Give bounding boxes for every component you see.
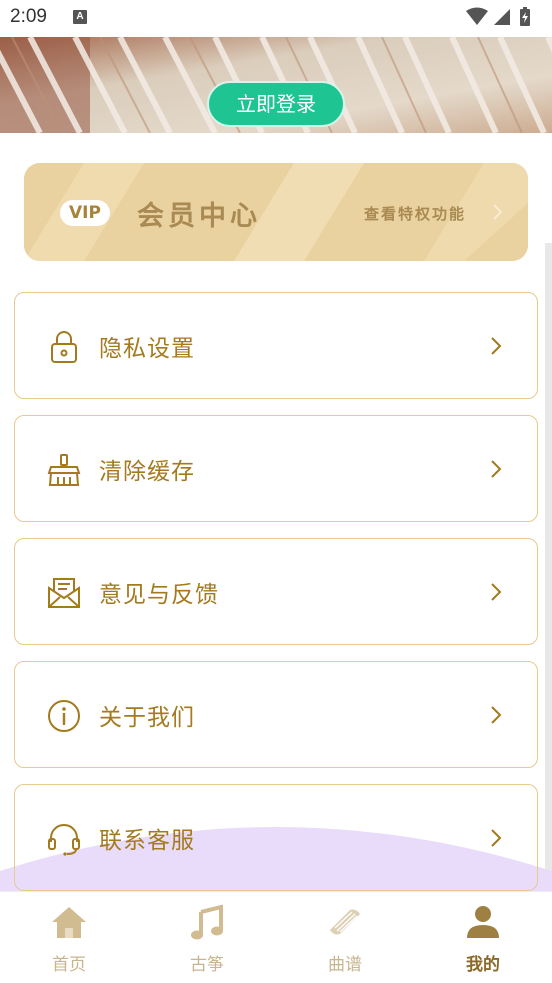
nav-item-mine[interactable]: 我的	[414, 892, 552, 983]
nav-label: 我的	[466, 955, 500, 975]
chevron-right-icon	[491, 829, 502, 847]
chevron-right-icon	[493, 204, 503, 220]
menu-item-label: 联系客服	[99, 828, 195, 854]
mail-icon	[48, 578, 80, 608]
battery-icon	[520, 7, 530, 26]
menu-item-label: 关于我们	[99, 705, 195, 731]
nav-label: 首页	[52, 955, 86, 975]
menu-item-customer-service[interactable]: 联系客服	[14, 784, 538, 891]
signal-icon	[494, 9, 510, 25]
system-status-icons	[466, 7, 530, 26]
home-icon	[52, 907, 86, 938]
wifi-icon	[466, 7, 488, 25]
scrollbar[interactable]	[545, 243, 552, 889]
vip-title: 会员中心	[137, 201, 261, 232]
menu-item-feedback[interactable]: 意见与反馈	[14, 538, 538, 645]
chevron-right-icon	[491, 460, 502, 478]
menu-item-label: 隐私设置	[99, 336, 195, 362]
menu-item-about[interactable]: 关于我们	[14, 661, 538, 768]
nav-item-guzheng[interactable]: 古筝	[138, 892, 276, 983]
guzheng-icon	[330, 909, 360, 935]
status-time: 2:09	[10, 6, 47, 27]
chevron-right-icon	[491, 706, 502, 724]
status-bar: 2:09 A	[0, 0, 552, 37]
nav-label: 曲谱	[328, 955, 362, 975]
chevron-right-icon	[491, 337, 502, 355]
menu-item-clear-cache[interactable]: 清除缓存	[14, 415, 538, 522]
menu-item-label: 意见与反馈	[99, 582, 219, 608]
menu-item-privacy[interactable]: 隐私设置	[14, 292, 538, 399]
login-button[interactable]: 立即登录	[207, 81, 345, 127]
notification-icon: A	[73, 10, 87, 24]
user-icon	[467, 906, 499, 938]
lock-icon	[51, 331, 77, 363]
nav-item-scores[interactable]: 曲谱	[276, 892, 414, 983]
vip-badge: VIP	[60, 200, 110, 226]
vip-privileges-link[interactable]: 查看特权功能	[364, 203, 466, 224]
header-banner: 立即登录	[0, 37, 552, 133]
info-icon	[48, 700, 80, 732]
music-note-icon	[191, 904, 223, 940]
chevron-right-icon	[491, 583, 502, 601]
nav-item-home[interactable]: 首页	[0, 892, 138, 983]
headset-icon	[48, 824, 80, 856]
broom-icon	[47, 454, 81, 486]
bottom-nav: 首页 古筝 曲谱 我的	[0, 891, 552, 983]
vip-card[interactable]: VIP 会员中心 查看特权功能	[24, 163, 528, 261]
nav-label: 古筝	[190, 955, 224, 975]
menu-item-label: 清除缓存	[99, 459, 195, 485]
